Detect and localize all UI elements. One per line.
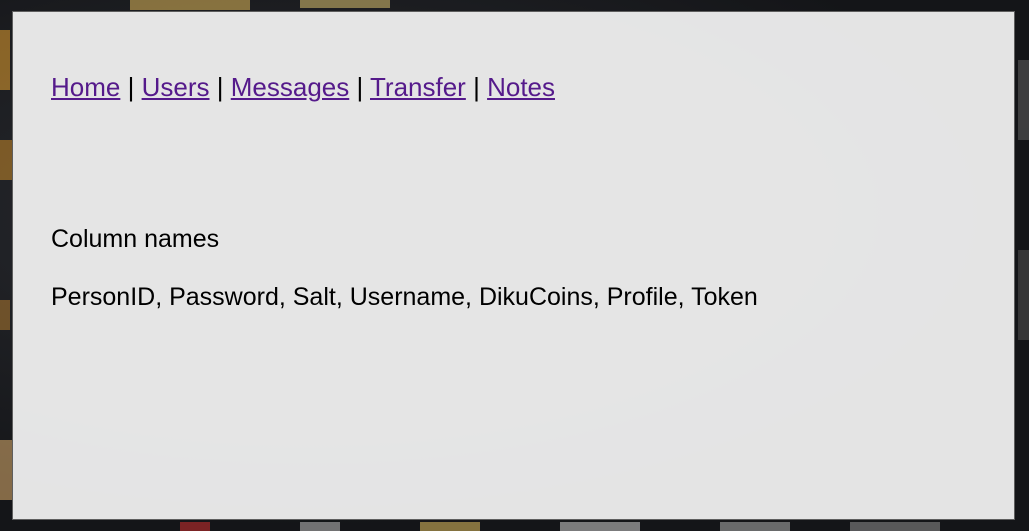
- nav-separator: |: [127, 72, 135, 102]
- nav-link-home[interactable]: Home: [51, 72, 120, 102]
- column-names-list: PersonID, Password, Salt, Username, Diku…: [51, 283, 758, 311]
- nav-separator: |: [473, 72, 480, 102]
- nav-link-notes[interactable]: Notes: [487, 72, 555, 102]
- content-panel: Home | Users | Messages | Transfer | Not…: [12, 11, 1015, 520]
- nav-link-messages[interactable]: Messages: [231, 72, 350, 102]
- main-navigation: Home | Users | Messages | Transfer | Not…: [51, 72, 555, 103]
- nav-link-transfer[interactable]: Transfer: [370, 72, 466, 102]
- nav-separator: |: [356, 72, 364, 102]
- nav-link-users[interactable]: Users: [142, 72, 210, 102]
- column-names-heading: Column names: [51, 225, 220, 253]
- nav-separator: |: [216, 72, 224, 102]
